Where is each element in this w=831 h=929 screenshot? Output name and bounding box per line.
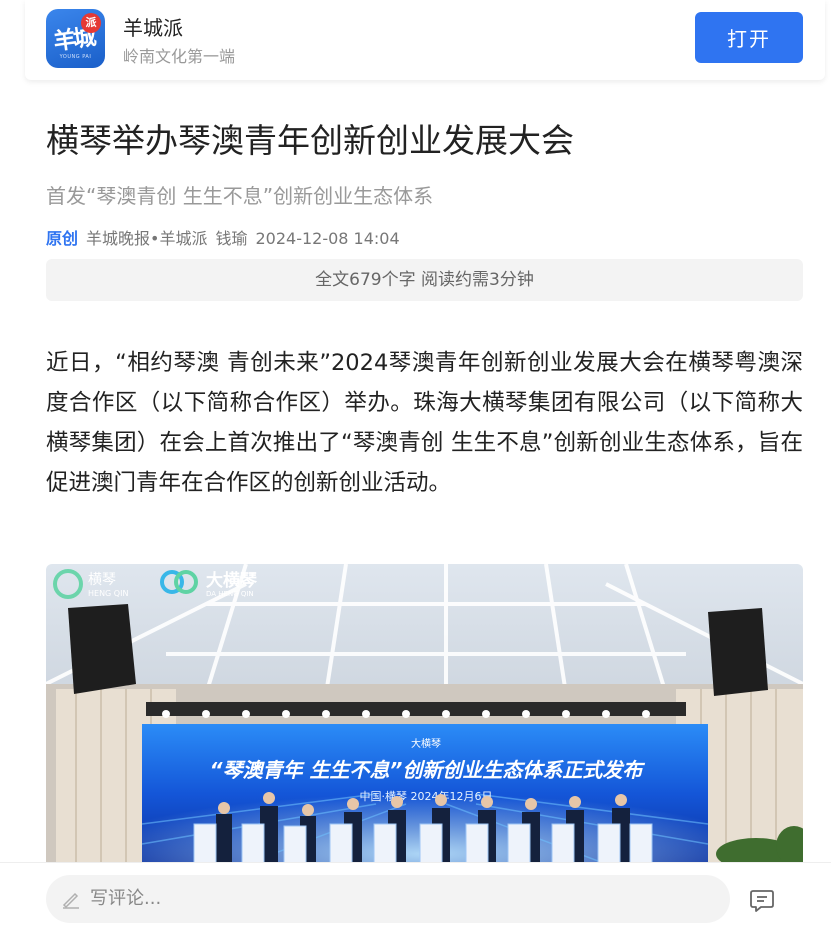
bottom-comment-bar: 写评论... (0, 862, 831, 929)
logo-hengqin: 横琴 (88, 572, 116, 588)
article-author: 钱瑜 (215, 229, 248, 248)
original-tag: 原创 (46, 229, 79, 248)
logo-dahengqin-sub: DA HENG QIN (206, 590, 254, 598)
screen-headline: “琴澳青年 生生不息”创新创业生态体系正式发布 (210, 758, 646, 782)
app-logo-subtext: YOUNG PAI (59, 54, 92, 60)
reading-info: 全文679个字 阅读约需3分钟 (46, 259, 803, 301)
article-title: 横琴举办琴澳青年创新创业发展大会 (46, 121, 574, 160)
app-logo-badge: 派 (81, 13, 101, 33)
app-slogan: 岭南文化第一端 (123, 47, 236, 66)
article-paragraph: 近日，“相约琴澳 青创未来”2024琴澳青年创新创业发展大会在横琴粤澳深度合作区… (46, 350, 803, 496)
event-photo-illustration: 大横琴 “琴澳青年 生生不息”创新创业生态体系正式发布 中国·横琴 2024年1… (46, 564, 803, 864)
screen-subline: 中国·横琴 2024年12月6日 (360, 789, 493, 803)
screen-brand: 大横琴 (411, 737, 441, 750)
logo-hengqin-sub: HENG QIN (88, 589, 128, 598)
article-meta: 原创 羊城晚报•羊城派 钱瑜 2024-12-08 14:04 (46, 225, 400, 249)
article-datetime: 2024-12-08 14:04 (255, 229, 400, 248)
app-name: 羊城派 (123, 16, 183, 40)
app-logo[interactable]: 羊城 派 YOUNG PAI (46, 9, 105, 68)
article-photo[interactable]: 大横琴 “琴澳青年 生生不息”创新创业生态体系正式发布 中国·横琴 2024年1… (46, 564, 803, 864)
app-download-bar: 羊城 派 YOUNG PAI 羊城派 岭南文化第一端 打开 (25, 0, 825, 80)
comment-input[interactable]: 写评论... (46, 875, 730, 923)
comment-icon[interactable] (748, 887, 776, 915)
article-subtitle: 首发“琴澳青创 生生不息”创新创业生态体系 (46, 184, 434, 208)
comment-placeholder: 写评论... (90, 888, 162, 909)
logo-dahengqin: 大横琴 (206, 570, 257, 591)
open-app-button[interactable]: 打开 (695, 12, 803, 63)
pencil-icon (62, 892, 79, 909)
article-source[interactable]: 羊城晚报•羊城派 (86, 229, 207, 248)
